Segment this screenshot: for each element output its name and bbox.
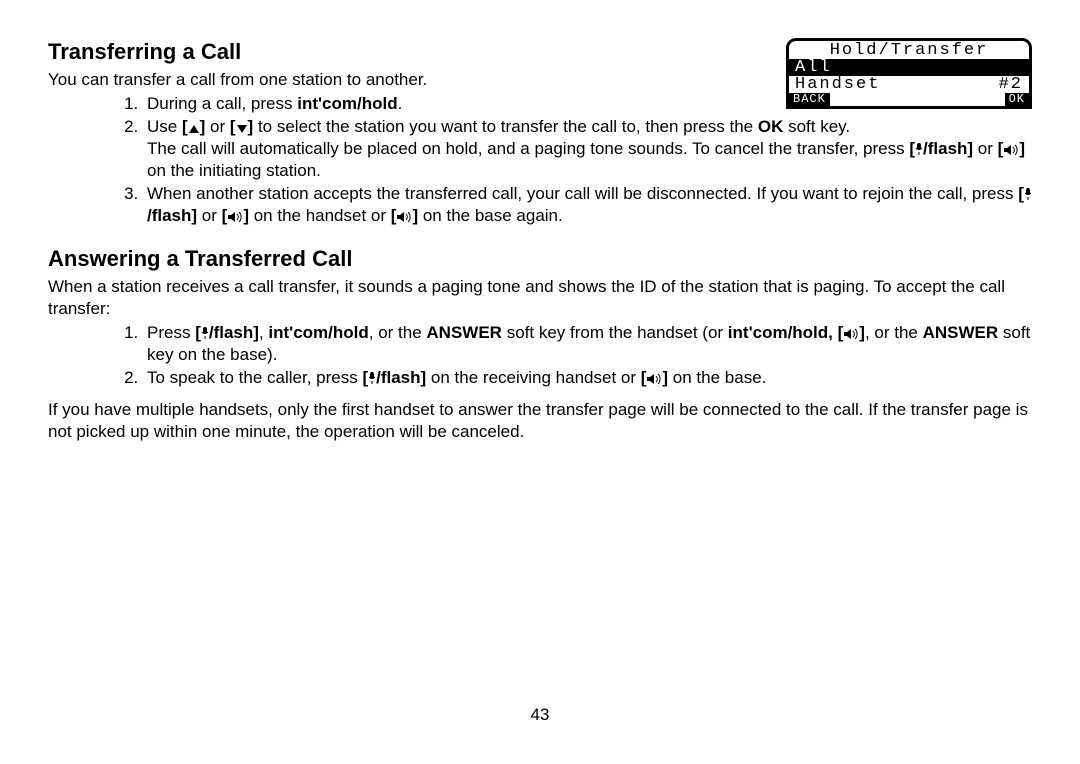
page-number: 43 bbox=[48, 704, 1032, 726]
lcd-title: Hold/Transfer bbox=[789, 41, 1029, 59]
talk-flash-icon: [/flash] bbox=[195, 323, 259, 342]
lcd-handset-num: #2 bbox=[999, 76, 1023, 93]
speaker-icon: [] bbox=[838, 323, 865, 342]
speaker-icon: [] bbox=[391, 206, 418, 225]
speaker-icon: [] bbox=[222, 206, 249, 225]
lcd-line-all: All bbox=[789, 59, 1029, 76]
lcd-handset-label: Handset bbox=[795, 76, 880, 93]
lcd-softkeys: BACK OK bbox=[789, 93, 1029, 106]
down-key-icon: [] bbox=[230, 117, 253, 136]
steps-answering: Press [/flash], int'com/hold, or the ANS… bbox=[48, 322, 1032, 389]
step-1: Press [/flash], int'com/hold, or the ANS… bbox=[143, 322, 1032, 366]
lcd-line-handset: Handset #2 bbox=[789, 76, 1029, 93]
lcd-softkey-ok: OK bbox=[1005, 93, 1029, 106]
up-key-icon: [] bbox=[182, 117, 205, 136]
lcd-screen: Hold/Transfer All Handset #2 BACK OK bbox=[786, 38, 1032, 109]
step-2: To speak to the caller, press [/flash] o… bbox=[143, 367, 1032, 389]
talk-flash-icon: [/flash] bbox=[909, 139, 973, 158]
talk-flash-icon: [/flash] bbox=[362, 368, 426, 387]
intro-answering: When a station receives a call transfer,… bbox=[48, 276, 1032, 320]
heading-answering: Answering a Transferred Call bbox=[48, 245, 1032, 274]
lcd-softkey-back: BACK bbox=[789, 93, 830, 106]
speaker-icon: [] bbox=[998, 139, 1025, 158]
outro-answering: If you have multiple handsets, only the … bbox=[48, 399, 1032, 443]
steps-transferring: During a call, press int'com/hold. Use [… bbox=[48, 93, 1032, 228]
step-3: When another station accepts the transfe… bbox=[143, 183, 1032, 227]
speaker-icon: [] bbox=[641, 368, 668, 387]
step-2: Use [] or [] to select the station you w… bbox=[143, 116, 1032, 182]
